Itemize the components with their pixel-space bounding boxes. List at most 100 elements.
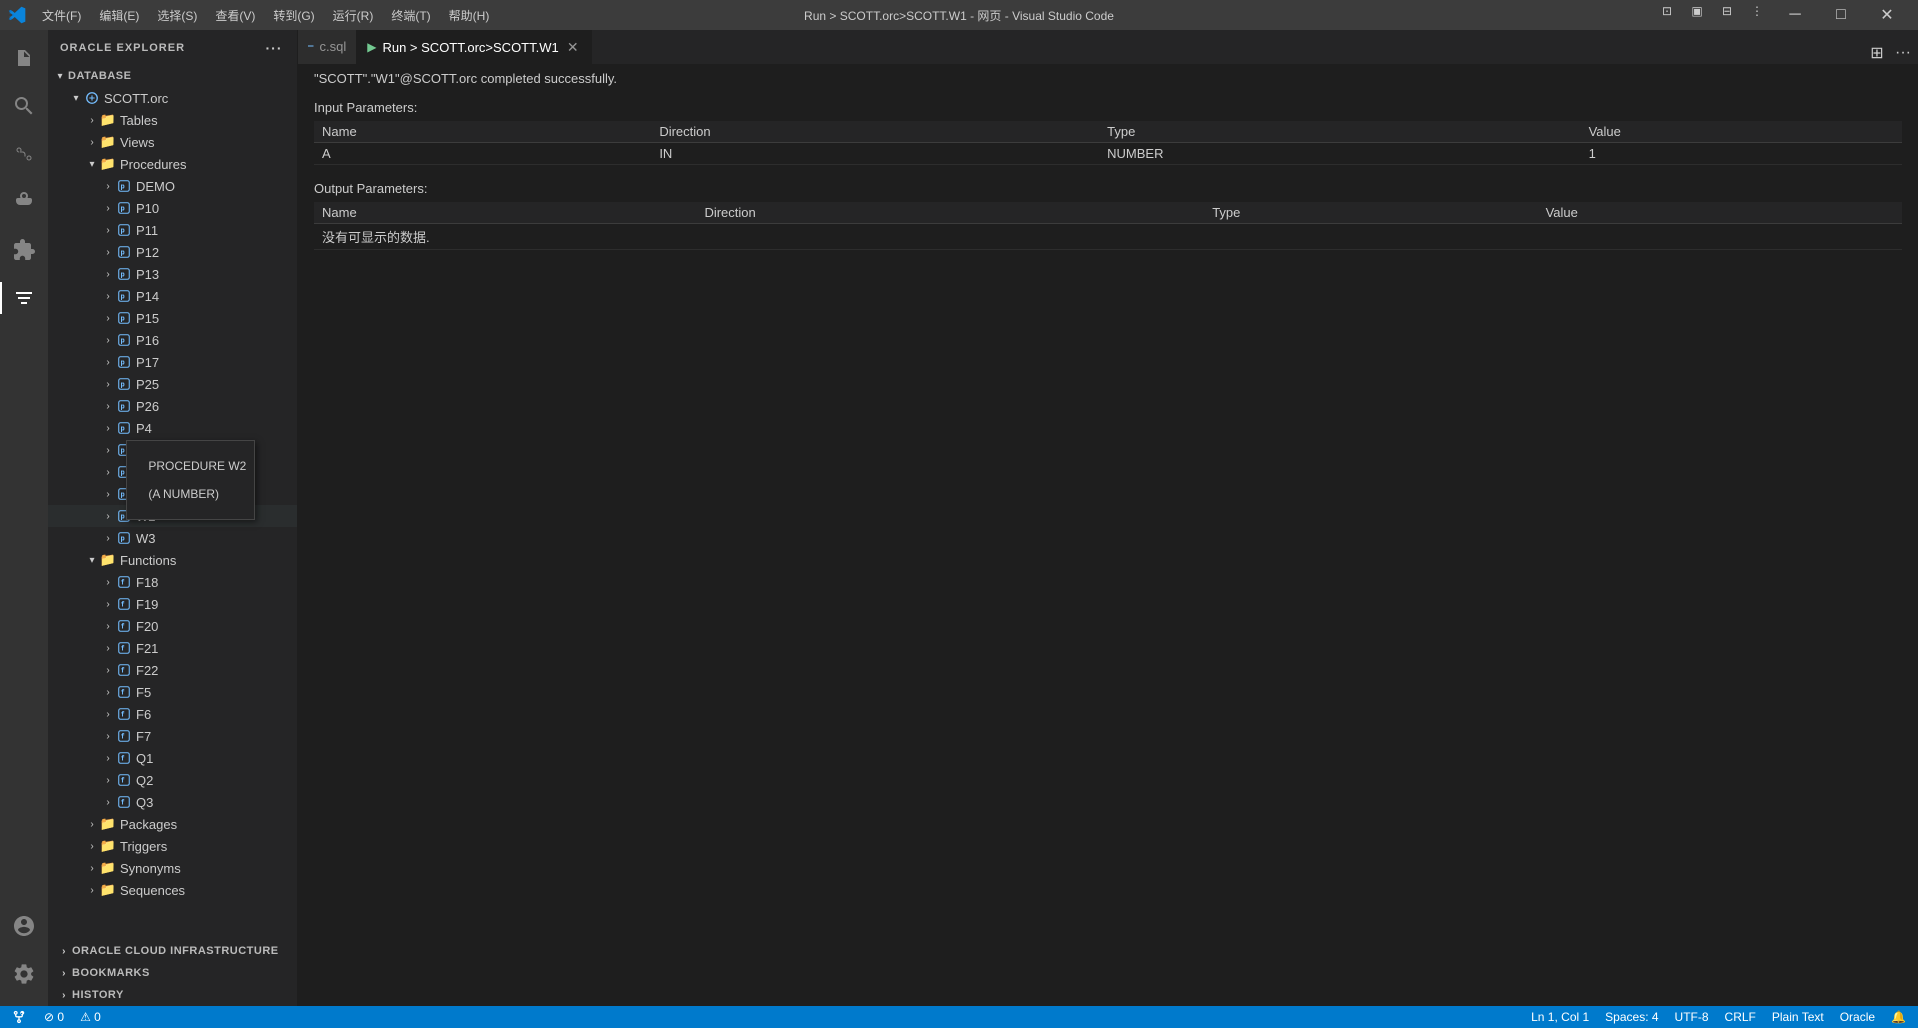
status-warnings[interactable]: ⚠ 0: [76, 1010, 105, 1024]
func-f22[interactable]: f F22: [48, 659, 297, 681]
p26-arrow: [100, 398, 116, 414]
proc-p17[interactable]: p P17: [48, 351, 297, 373]
status-spaces[interactable]: Spaces: 4: [1601, 1010, 1662, 1024]
layout3-icon[interactable]: ⊟: [1712, 0, 1742, 22]
packages-item[interactable]: 📁 Packages: [48, 813, 297, 835]
sequences-item[interactable]: 📁 Sequences: [48, 879, 297, 901]
w3-arrow: [100, 530, 116, 546]
more-actions-button[interactable]: ···: [1892, 42, 1914, 64]
maximize-button[interactable]: □: [1818, 0, 1864, 30]
tab-csql[interactable]: ⎯ c.sql: [298, 30, 357, 64]
p17-icon: p: [116, 354, 132, 370]
f20-icon: f: [116, 618, 132, 634]
layout2-icon[interactable]: ▣: [1682, 0, 1712, 22]
func-f7[interactable]: f F7: [48, 725, 297, 747]
tab-run[interactable]: ▶ Run > SCOTT.orc>SCOTT.W1 ✕: [357, 30, 592, 64]
proc-p26[interactable]: p P26: [48, 395, 297, 417]
split-editor-button[interactable]: ⊞: [1866, 42, 1888, 64]
database-arrow: [52, 68, 68, 84]
layout-icon[interactable]: ⊡: [1652, 0, 1682, 22]
run-tab-close[interactable]: ✕: [565, 39, 581, 55]
status-line-col[interactable]: Ln 1, Col 1: [1527, 1010, 1593, 1024]
proc-p9[interactable]: p P9: [48, 461, 297, 483]
w2-arrow: [100, 508, 116, 524]
history-section[interactable]: HISTORY: [48, 984, 297, 1006]
proc-p15[interactable]: p P15: [48, 307, 297, 329]
proc-w2[interactable]: p W2: [48, 505, 297, 527]
activity-source-control[interactable]: [0, 130, 48, 178]
input-params-section: Input Parameters: Name Direction Type Va…: [298, 92, 1918, 173]
proc-w1[interactable]: p W1: [48, 483, 297, 505]
menu-select[interactable]: 选择(S): [149, 5, 205, 26]
svg-text:p: p: [121, 205, 125, 213]
func-q3[interactable]: f Q3: [48, 791, 297, 813]
sidebar-more-button[interactable]: ···: [263, 37, 285, 59]
status-errors[interactable]: ⊘ 0: [40, 1010, 68, 1024]
scott-orc-item[interactable]: SCOTT.orc: [48, 87, 297, 109]
status-branch[interactable]: [8, 1010, 32, 1025]
menu-edit[interactable]: 编辑(E): [91, 5, 147, 26]
close-button[interactable]: ✕: [1864, 0, 1910, 30]
activity-debug[interactable]: [0, 178, 48, 226]
p12-label: P12: [136, 245, 159, 260]
func-f21[interactable]: f F21: [48, 637, 297, 659]
func-f19[interactable]: f F19: [48, 593, 297, 615]
views-item[interactable]: 📁 Views: [48, 131, 297, 153]
output-params-section: Output Parameters: Name Direction Type V…: [298, 173, 1918, 258]
svg-text:p: p: [121, 249, 125, 257]
func-q2[interactable]: f Q2: [48, 769, 297, 791]
customize-layout-icon[interactable]: ⋮: [1742, 0, 1772, 22]
database-section[interactable]: DATABASE: [48, 65, 297, 87]
input-row-a-type: NUMBER: [1099, 143, 1580, 165]
status-eol[interactable]: CRLF: [1721, 1010, 1760, 1024]
activity-extensions[interactable]: [0, 226, 48, 274]
functions-item[interactable]: 📁 Functions: [48, 549, 297, 571]
p26-icon: p: [116, 398, 132, 414]
synonyms-item[interactable]: 📁 Synonyms: [48, 857, 297, 879]
menu-goto[interactable]: 转到(G): [265, 5, 322, 26]
proc-p8[interactable]: p P8: [48, 439, 297, 461]
w3-label: W3: [136, 531, 156, 546]
tables-item[interactable]: 📁 Tables: [48, 109, 297, 131]
func-f20[interactable]: f F20: [48, 615, 297, 637]
activity-search[interactable]: [0, 82, 48, 130]
proc-p13[interactable]: p P13: [48, 263, 297, 285]
svg-text:p: p: [121, 425, 125, 433]
proc-p10[interactable]: p P10: [48, 197, 297, 219]
minimize-button[interactable]: ─: [1772, 0, 1818, 30]
func-f18[interactable]: f F18: [48, 571, 297, 593]
activity-settings[interactable]: [0, 950, 48, 998]
demo-item[interactable]: p DEMO: [48, 175, 297, 197]
status-oracle[interactable]: Oracle: [1836, 1010, 1879, 1024]
proc-p14[interactable]: p P14: [48, 285, 297, 307]
status-language[interactable]: Plain Text: [1768, 1010, 1828, 1024]
bookmarks-section[interactable]: BOOKMARKS: [48, 962, 297, 984]
status-encoding[interactable]: UTF-8: [1671, 1010, 1713, 1024]
menu-file[interactable]: 文件(F): [34, 5, 89, 26]
menu-help[interactable]: 帮助(H): [441, 5, 498, 26]
activity-accounts[interactable]: [0, 902, 48, 950]
menu-view[interactable]: 查看(V): [207, 5, 263, 26]
menu-run[interactable]: 运行(R): [325, 5, 382, 26]
f21-arrow: [100, 640, 116, 656]
proc-p25[interactable]: p P25: [48, 373, 297, 395]
activity-explorer[interactable]: [0, 34, 48, 82]
func-f6[interactable]: f F6: [48, 703, 297, 725]
procedures-item[interactable]: 📁 Procedures: [48, 153, 297, 175]
activity-oracle[interactable]: [0, 274, 48, 322]
proc-p12[interactable]: p P12: [48, 241, 297, 263]
status-notification-icon[interactable]: 🔔: [1887, 1010, 1910, 1024]
triggers-item[interactable]: 📁 Triggers: [48, 835, 297, 857]
proc-p16[interactable]: p P16: [48, 329, 297, 351]
func-q1[interactable]: f Q1: [48, 747, 297, 769]
sidebar-content[interactable]: DATABASE SCOTT.orc 📁 Tables 📁 Views: [48, 65, 297, 940]
scott-orc-icon: [84, 90, 100, 106]
proc-w3[interactable]: p W3: [48, 527, 297, 549]
func-f5[interactable]: f F5: [48, 681, 297, 703]
demo-icon: p: [116, 178, 132, 194]
proc-p4[interactable]: p P4: [48, 417, 297, 439]
input-row-a-direction: IN: [651, 143, 1099, 165]
proc-p11[interactable]: p P11: [48, 219, 297, 241]
oci-section[interactable]: ORACLE CLOUD INFRASTRUCTURE: [48, 940, 297, 962]
menu-terminal[interactable]: 终端(T): [383, 5, 438, 26]
